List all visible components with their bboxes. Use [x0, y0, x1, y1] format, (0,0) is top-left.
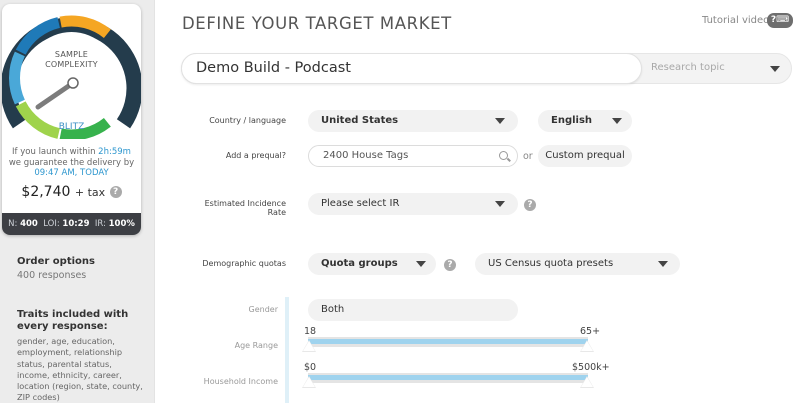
tutorial-video-link[interactable]: Tutorial video: [702, 15, 769, 26]
n-label: N:: [8, 219, 18, 229]
research-topic-chevron-down-icon[interactable]: [770, 66, 780, 72]
income-max-handle[interactable]: [580, 376, 594, 388]
income-range-fill: [308, 375, 588, 380]
sample-complexity-card: SAMPLE COMPLEXITY BLITZ If you launch wi…: [2, 4, 141, 235]
price-help-icon[interactable]: ?: [109, 186, 122, 198]
quota-groups-value: Quota groups: [321, 258, 398, 269]
age-range-fill: [308, 339, 588, 344]
gender-label: Gender: [248, 305, 278, 314]
country-language-label: Country / language: [209, 116, 286, 125]
order-options-title: Order options: [17, 256, 95, 267]
age-min-handle[interactable]: [302, 340, 316, 352]
delivery-deadline: 09:47 AM, TODAY: [34, 168, 109, 178]
launch-countdown: 2h:59m: [98, 147, 131, 157]
language-value: English: [551, 115, 593, 126]
prequal-search-input[interactable]: 2400 House Tags: [308, 145, 518, 167]
page-title: DEFINE YOUR TARGET MARKET: [182, 14, 452, 33]
traits-list: gender, age, education, employment, rela…: [17, 336, 143, 403]
chevron-down-icon: [416, 261, 426, 267]
incidence-help-icon[interactable]: ?: [524, 199, 536, 211]
custom-prequal-button[interactable]: Custom prequal: [538, 145, 632, 167]
incidence-rate-select[interactable]: Please select IR: [308, 193, 518, 215]
gender-value: Both: [321, 304, 345, 315]
gauge-label-line2: COMPLEXITY: [45, 60, 98, 69]
price-tax: + tax: [74, 186, 106, 199]
price-amount: $2,740: [21, 184, 71, 200]
delivery-prefix: If you launch within: [12, 147, 99, 157]
age-max-value: 65+: [580, 326, 601, 337]
delivery-middle: we guarantee the delivery by: [8, 157, 135, 168]
tutorial-video-icon[interactable]: ?⌨: [767, 13, 793, 28]
delivery-guarantee: If you launch within 2h:59m we guarantee…: [6, 147, 137, 179]
search-icon: [499, 151, 508, 160]
chevron-down-icon: [612, 118, 622, 124]
ir-label: IR:: [94, 219, 106, 229]
census-preset-value: US Census quota presets: [488, 258, 614, 269]
gender-select[interactable]: Both: [308, 299, 518, 321]
language-select[interactable]: English: [538, 110, 632, 132]
census-preset-select[interactable]: US Census quota presets: [475, 253, 680, 275]
household-income-label: Household Income: [203, 377, 278, 386]
income-min-value: $0: [304, 362, 317, 373]
price-row: $2,740 + tax ?: [2, 184, 141, 200]
loi-label: LOI:: [43, 219, 60, 229]
age-min-value: 18: [304, 326, 317, 337]
incidence-rate-value: Please select IR: [321, 198, 400, 209]
gauge-label-line1: SAMPLE: [54, 50, 89, 59]
age-range-track[interactable]: [308, 337, 588, 347]
demographic-quotas-label: Demographic quotas: [202, 259, 286, 268]
ir-value: 100%: [108, 219, 135, 229]
n-value: 400: [20, 219, 38, 229]
country-value: United States: [321, 115, 399, 126]
research-topic-select[interactable]: Research topic: [651, 62, 725, 73]
quotas-help-icon[interactable]: ?: [444, 259, 456, 271]
chevron-down-icon: [495, 118, 505, 124]
traits-title: Traits included with every response:: [17, 309, 129, 332]
prequal-label: Add a prequal?: [225, 151, 286, 160]
incidence-rate-label: Estimated Incidence Rate: [204, 199, 286, 217]
complexity-gauge: [2, 15, 141, 139]
age-range-label: Age Range: [234, 341, 278, 350]
chevron-down-icon: [495, 201, 505, 207]
age-max-handle[interactable]: [580, 340, 594, 352]
quota-section-divider: [285, 297, 289, 403]
order-options-subtitle: 400 responses: [17, 270, 87, 281]
quota-groups-select[interactable]: Quota groups: [308, 253, 436, 275]
chevron-down-icon: [658, 261, 668, 267]
country-select[interactable]: United States: [308, 110, 518, 132]
sample-stats-bar: N: 400 LOI: 10:29 IR: 100%: [2, 213, 141, 235]
income-max-value: $500k+: [572, 362, 610, 373]
sidebar: SAMPLE COMPLEXITY BLITZ If you launch wi…: [0, 0, 155, 403]
study-title-input[interactable]: Demo Build - Podcast: [181, 53, 642, 84]
income-range-track[interactable]: [308, 373, 588, 383]
prequal-value: 2400 House Tags: [323, 150, 409, 161]
or-separator: or: [523, 151, 533, 162]
income-min-handle[interactable]: [302, 376, 316, 388]
complexity-level: BLITZ: [58, 122, 85, 132]
loi-value: 10:29: [62, 219, 90, 229]
